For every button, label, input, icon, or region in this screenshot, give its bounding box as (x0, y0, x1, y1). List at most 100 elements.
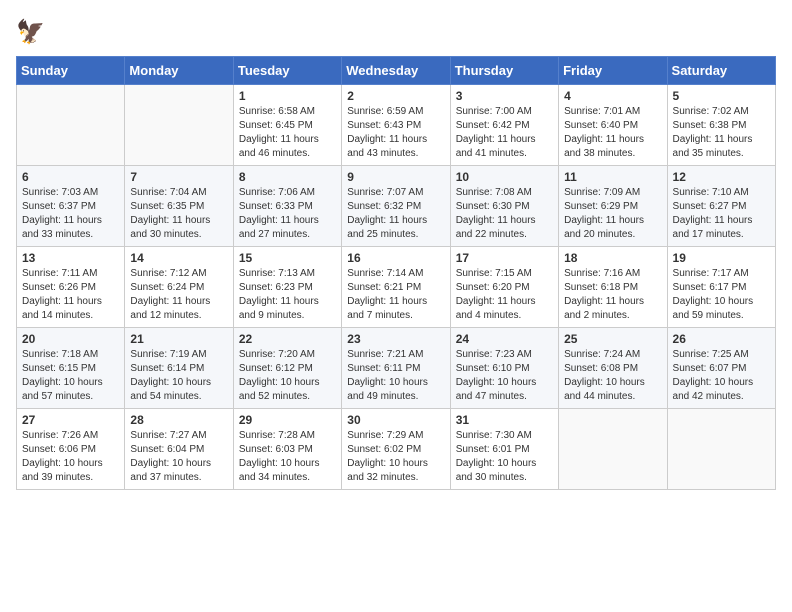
calendar-week-row: 6 Sunrise: 7:03 AM Sunset: 6:37 PM Daylig… (17, 166, 776, 247)
day-info: Sunrise: 7:14 AM Sunset: 6:21 PM Dayligh… (347, 267, 444, 323)
calendar-day-cell: 18 Sunrise: 7:16 AM Sunset: 6:18 PM Dayli… (559, 247, 667, 328)
weekday-header: Monday (125, 57, 233, 85)
day-number: 27 (22, 413, 119, 427)
day-number: 6 (22, 170, 119, 184)
calendar-day-cell: 14 Sunrise: 7:12 AM Sunset: 6:24 PM Dayli… (125, 247, 233, 328)
calendar-day-cell: 1 Sunrise: 6:58 AM Sunset: 6:45 PM Daylig… (233, 85, 341, 166)
day-info: Sunrise: 7:28 AM Sunset: 6:03 PM Dayligh… (239, 429, 336, 485)
day-number: 14 (130, 251, 227, 265)
calendar-day-cell: 28 Sunrise: 7:27 AM Sunset: 6:04 PM Dayli… (125, 409, 233, 490)
day-info: Sunrise: 7:15 AM Sunset: 6:20 PM Dayligh… (456, 267, 553, 323)
day-info: Sunrise: 7:06 AM Sunset: 6:33 PM Dayligh… (239, 186, 336, 242)
day-info: Sunrise: 7:10 AM Sunset: 6:27 PM Dayligh… (673, 186, 770, 242)
day-number: 3 (456, 89, 553, 103)
weekday-header: Tuesday (233, 57, 341, 85)
calendar-day-cell: 17 Sunrise: 7:15 AM Sunset: 6:20 PM Dayli… (450, 247, 558, 328)
calendar-day-cell: 12 Sunrise: 7:10 AM Sunset: 6:27 PM Dayli… (667, 166, 775, 247)
day-info: Sunrise: 7:08 AM Sunset: 6:30 PM Dayligh… (456, 186, 553, 242)
calendar-day-cell: 7Sunrise: 7:04 AM Sunset: 6:35 PM Daylig… (125, 166, 233, 247)
day-info: Sunrise: 7:03 AM Sunset: 6:37 PM Dayligh… (22, 186, 119, 242)
day-number: 24 (456, 332, 553, 346)
calendar-day-cell: 10 Sunrise: 7:08 AM Sunset: 6:30 PM Dayli… (450, 166, 558, 247)
weekday-header: Friday (559, 57, 667, 85)
calendar-day-cell: 9Sunrise: 7:07 AM Sunset: 6:32 PM Daylig… (342, 166, 450, 247)
weekday-header: Thursday (450, 57, 558, 85)
calendar-day-cell: 20 Sunrise: 7:18 AM Sunset: 6:15 PM Dayli… (17, 328, 125, 409)
page-header: 🦅 (16, 16, 776, 46)
day-info: Sunrise: 7:18 AM Sunset: 6:15 PM Dayligh… (22, 348, 119, 404)
day-info: Sunrise: 7:27 AM Sunset: 6:04 PM Dayligh… (130, 429, 227, 485)
day-number: 11 (564, 170, 661, 184)
day-number: 5 (673, 89, 770, 103)
calendar-day-cell: 27 Sunrise: 7:26 AM Sunset: 6:06 PM Dayli… (17, 409, 125, 490)
calendar-day-cell: 15Sunrise: 7:13 AM Sunset: 6:23 PM Dayli… (233, 247, 341, 328)
day-number: 8 (239, 170, 336, 184)
day-number: 21 (130, 332, 227, 346)
calendar-week-row: 13 Sunrise: 7:11 AM Sunset: 6:26 PM Dayli… (17, 247, 776, 328)
calendar-day-cell (559, 409, 667, 490)
calendar-day-cell: 13 Sunrise: 7:11 AM Sunset: 6:26 PM Dayli… (17, 247, 125, 328)
day-number: 9 (347, 170, 444, 184)
calendar-day-cell: 4 Sunrise: 7:01 AM Sunset: 6:40 PM Daylig… (559, 85, 667, 166)
calendar-day-cell: 8 Sunrise: 7:06 AM Sunset: 6:33 PM Daylig… (233, 166, 341, 247)
day-number: 16 (347, 251, 444, 265)
day-info: Sunrise: 7:00 AM Sunset: 6:42 PM Dayligh… (456, 105, 553, 161)
calendar-day-cell: 6 Sunrise: 7:03 AM Sunset: 6:37 PM Daylig… (17, 166, 125, 247)
day-info: Sunrise: 7:04 AM Sunset: 6:35 PM Dayligh… (130, 186, 227, 242)
day-info: Sunrise: 7:01 AM Sunset: 6:40 PM Dayligh… (564, 105, 661, 161)
logo: 🦅 (16, 16, 50, 46)
calendar-week-row: 1 Sunrise: 6:58 AM Sunset: 6:45 PM Daylig… (17, 85, 776, 166)
day-info: Sunrise: 7:21 AM Sunset: 6:11 PM Dayligh… (347, 348, 444, 404)
day-number: 15 (239, 251, 336, 265)
day-info: Sunrise: 7:20 AM Sunset: 6:12 PM Dayligh… (239, 348, 336, 404)
day-number: 4 (564, 89, 661, 103)
day-number: 12 (673, 170, 770, 184)
day-number: 23 (347, 332, 444, 346)
calendar-day-cell (125, 85, 233, 166)
calendar-day-cell (17, 85, 125, 166)
calendar-day-cell: 24 Sunrise: 7:23 AM Sunset: 6:10 PM Dayli… (450, 328, 558, 409)
day-number: 20 (22, 332, 119, 346)
day-number: 1 (239, 89, 336, 103)
logo-bird-icon: 🦅 (16, 16, 46, 46)
day-info: Sunrise: 7:11 AM Sunset: 6:26 PM Dayligh… (22, 267, 119, 323)
day-number: 31 (456, 413, 553, 427)
day-info: Sunrise: 7:09 AM Sunset: 6:29 PM Dayligh… (564, 186, 661, 242)
day-info: Sunrise: 7:16 AM Sunset: 6:18 PM Dayligh… (564, 267, 661, 323)
day-number: 17 (456, 251, 553, 265)
weekday-header: Saturday (667, 57, 775, 85)
day-info: Sunrise: 6:59 AM Sunset: 6:43 PM Dayligh… (347, 105, 444, 161)
calendar-day-cell: 31 Sunrise: 7:30 AM Sunset: 6:01 PM Dayli… (450, 409, 558, 490)
day-number: 10 (456, 170, 553, 184)
day-number: 22 (239, 332, 336, 346)
day-info: Sunrise: 7:02 AM Sunset: 6:38 PM Dayligh… (673, 105, 770, 161)
day-number: 13 (22, 251, 119, 265)
calendar-table: SundayMondayTuesdayWednesdayThursdayFrid… (16, 56, 776, 490)
svg-text:🦅: 🦅 (16, 17, 45, 45)
calendar-day-cell: 23 Sunrise: 7:21 AM Sunset: 6:11 PM Dayli… (342, 328, 450, 409)
calendar-day-cell (667, 409, 775, 490)
day-info: Sunrise: 7:17 AM Sunset: 6:17 PM Dayligh… (673, 267, 770, 323)
day-number: 28 (130, 413, 227, 427)
day-info: Sunrise: 7:30 AM Sunset: 6:01 PM Dayligh… (456, 429, 553, 485)
weekday-header: Sunday (17, 57, 125, 85)
day-number: 26 (673, 332, 770, 346)
day-info: Sunrise: 7:26 AM Sunset: 6:06 PM Dayligh… (22, 429, 119, 485)
calendar-day-cell: 30Sunrise: 7:29 AM Sunset: 6:02 PM Dayli… (342, 409, 450, 490)
calendar-day-cell: 21Sunrise: 7:19 AM Sunset: 6:14 PM Dayli… (125, 328, 233, 409)
day-number: 18 (564, 251, 661, 265)
day-info: Sunrise: 7:12 AM Sunset: 6:24 PM Dayligh… (130, 267, 227, 323)
day-info: Sunrise: 7:23 AM Sunset: 6:10 PM Dayligh… (456, 348, 553, 404)
calendar-day-cell: 11 Sunrise: 7:09 AM Sunset: 6:29 PM Dayli… (559, 166, 667, 247)
day-info: Sunrise: 7:25 AM Sunset: 6:07 PM Dayligh… (673, 348, 770, 404)
day-info: Sunrise: 7:24 AM Sunset: 6:08 PM Dayligh… (564, 348, 661, 404)
calendar-day-cell: 3 Sunrise: 7:00 AM Sunset: 6:42 PM Daylig… (450, 85, 558, 166)
calendar-day-cell: 19Sunrise: 7:17 AM Sunset: 6:17 PM Dayli… (667, 247, 775, 328)
calendar-day-cell: 22 Sunrise: 7:20 AM Sunset: 6:12 PM Dayli… (233, 328, 341, 409)
calendar-week-row: 20 Sunrise: 7:18 AM Sunset: 6:15 PM Dayli… (17, 328, 776, 409)
day-number: 25 (564, 332, 661, 346)
weekday-header-row: SundayMondayTuesdayWednesdayThursdayFrid… (17, 57, 776, 85)
day-info: Sunrise: 6:58 AM Sunset: 6:45 PM Dayligh… (239, 105, 336, 161)
calendar-day-cell: 2Sunrise: 6:59 AM Sunset: 6:43 PM Daylig… (342, 85, 450, 166)
calendar-day-cell: 26 Sunrise: 7:25 AM Sunset: 6:07 PM Dayli… (667, 328, 775, 409)
